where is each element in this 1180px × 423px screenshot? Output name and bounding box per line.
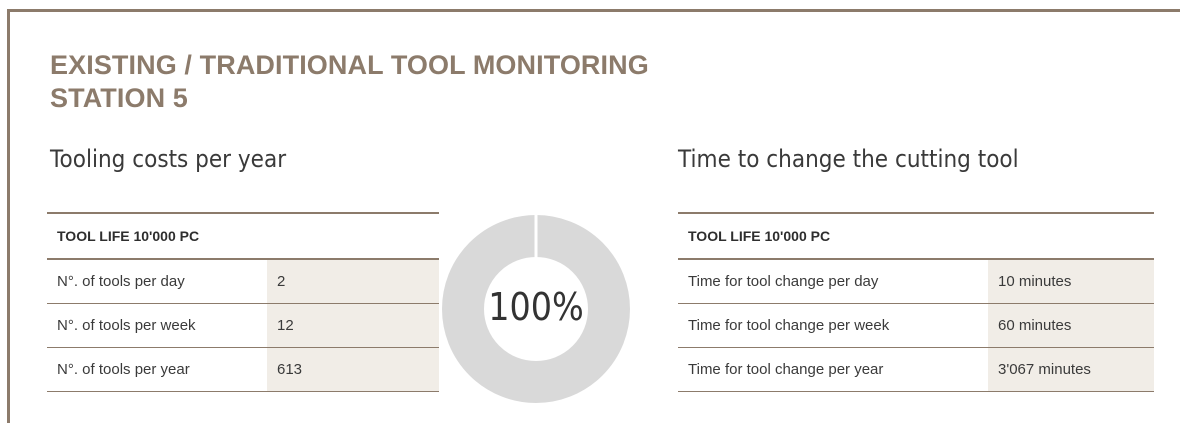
row-label: Time for tool change per year [678,347,988,392]
row-label: Time for tool change per day [678,259,988,304]
frame-top-border [7,9,1180,12]
table-row: Time for tool change per week 60 minutes [678,303,1154,348]
table-header-row: TOOL LIFE 10'000 PC [678,212,1154,260]
tool-change-time-heading: Time to change the cutting tool [678,145,1019,173]
table-header: TOOL LIFE 10'000 PC [47,212,439,260]
table-row: N°. of tools per year 613 [47,347,439,392]
page-title-line-1: EXISTING / TRADITIONAL TOOL MONITORING [50,50,649,80]
frame-left-border [7,9,10,423]
table-header: TOOL LIFE 10'000 PC [678,212,1154,260]
tooling-costs-table: TOOL LIFE 10'000 PC N°. of tools per day… [47,212,439,392]
donut-start-gap [534,215,538,260]
row-label: N°. of tools per day [47,259,267,304]
row-value: 613 [267,347,439,392]
row-value: 3'067 minutes [988,347,1154,392]
row-label: N°. of tools per year [47,347,267,392]
row-value: 12 [267,303,439,348]
table-row: N°. of tools per day 2 [47,259,439,304]
tooling-costs-heading: Tooling costs per year [50,145,287,173]
table-row: Time for tool change per year 3'067 minu… [678,347,1154,392]
table-row: N°. of tools per week 12 [47,303,439,348]
tool-change-time-table: TOOL LIFE 10'000 PC Time for tool change… [678,212,1154,392]
donut-percentage-label: 100% [488,285,584,329]
row-value: 60 minutes [988,303,1154,348]
row-value: 10 minutes [988,259,1154,304]
table-header-row: TOOL LIFE 10'000 PC [47,212,439,260]
page-title-line-2: STATION 5 [50,83,188,113]
table-row: Time for tool change per day 10 minutes [678,259,1154,304]
row-label: Time for tool change per week [678,303,988,348]
row-value: 2 [267,259,439,304]
row-label: N°. of tools per week [47,303,267,348]
page-title: EXISTING / TRADITIONAL TOOL MONITORING S… [50,49,649,115]
